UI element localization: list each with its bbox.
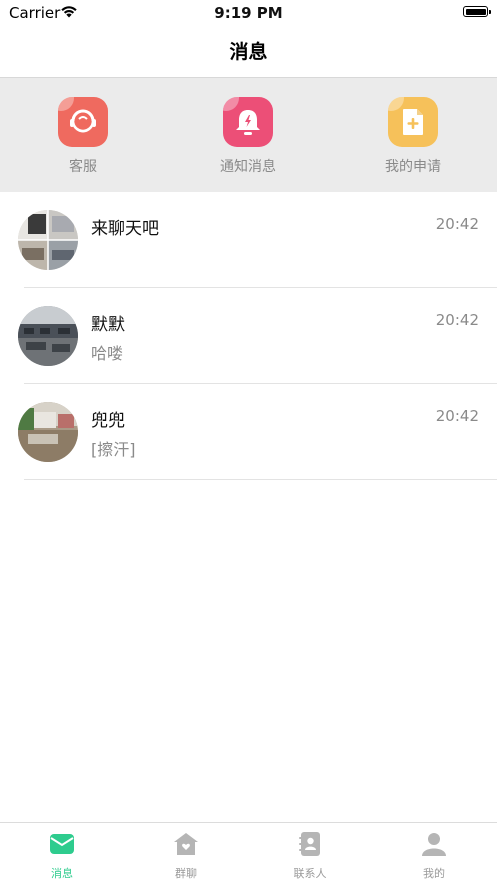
conversation-time: 20:42	[435, 215, 479, 233]
tab-label: 群聊	[175, 867, 197, 880]
page-title: 消息	[229, 41, 268, 63]
tab-bar: 消息 群聊 联系人 我的	[0, 822, 497, 883]
headset-icon	[58, 97, 108, 147]
conversation-time: 20:42	[435, 407, 479, 425]
conversation-time: 20:42	[435, 311, 479, 329]
conversation-name: 默默	[91, 315, 125, 335]
tab-label: 我的	[423, 867, 445, 880]
quick-action-my-applications[interactable]: 我的申请	[358, 97, 468, 176]
quick-action-label: 客服	[69, 159, 97, 175]
tab-profile[interactable]: 我的	[372, 831, 496, 881]
tab-group-chat[interactable]: 群聊	[124, 831, 248, 881]
tab-label: 联系人	[293, 867, 327, 880]
avatar	[18, 402, 78, 462]
quick-action-notifications[interactable]: 通知消息	[193, 97, 303, 176]
bell-icon	[223, 97, 273, 147]
avatar	[18, 306, 78, 366]
quick-actions-bar: 客服 通知消息 我的申请	[0, 78, 497, 192]
home-icon	[174, 833, 198, 855]
conversation-name: 兜兜	[91, 411, 125, 431]
conversation-row[interactable]: 来聊天吧 20:42	[0, 192, 497, 288]
avatar	[18, 210, 78, 270]
quick-action-label: 我的申请	[385, 159, 441, 175]
conversation-preview: 哈喽	[91, 344, 124, 363]
tab-label: 消息	[51, 867, 73, 880]
status-bar: Carrier 9:19 PM	[0, 0, 497, 26]
status-time: 9:19 PM	[214, 4, 283, 22]
conversation-row[interactable]: 兜兜 20:42 [擦汗]	[0, 384, 497, 480]
document-add-icon	[388, 97, 438, 147]
row-divider	[24, 479, 497, 480]
tab-messages[interactable]: 消息	[0, 831, 124, 881]
conversation-name: 来聊天吧	[91, 219, 159, 239]
conversation-row[interactable]: 默默 20:42 哈喽	[0, 288, 497, 384]
conversation-preview: [擦汗]	[91, 440, 136, 459]
quick-action-customer-service[interactable]: 客服	[28, 97, 138, 176]
quick-action-label: 通知消息	[220, 159, 276, 175]
person-icon	[422, 833, 446, 856]
tab-contacts[interactable]: 联系人	[248, 831, 372, 881]
battery-icon	[463, 6, 491, 17]
contacts-book-icon	[299, 832, 320, 856]
envelope-icon	[50, 834, 74, 854]
